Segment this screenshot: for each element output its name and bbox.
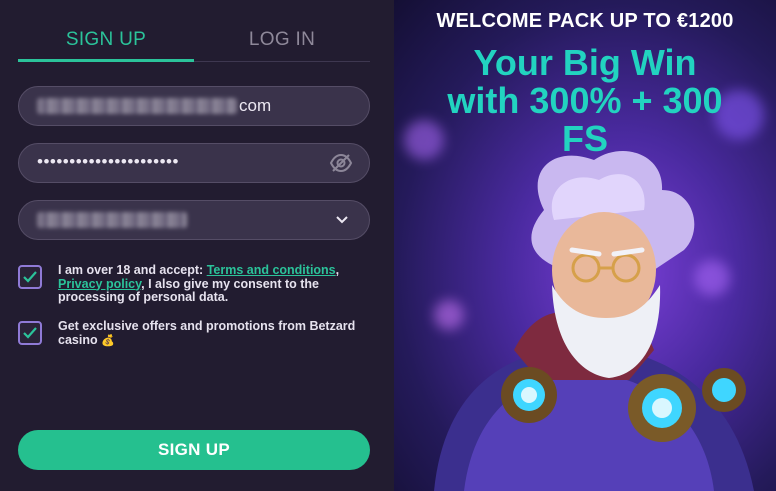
promo-headline-line3: FS	[561, 118, 608, 159]
age-consent-prefix: I am over 18 and accept:	[58, 263, 207, 277]
eye-slash-icon[interactable]	[329, 153, 353, 173]
money-bag-icon: 💰	[101, 334, 115, 347]
tab-signup[interactable]: SIGN UP	[18, 22, 194, 62]
age-consent-checkbox[interactable]	[18, 265, 42, 289]
comma: ,	[335, 263, 340, 277]
check-icon	[23, 327, 37, 339]
password-field[interactable]: ••••••••••••••••••••••	[18, 143, 370, 183]
signup-button[interactable]: SIGN UP	[18, 430, 370, 470]
offers-consent-checkbox[interactable]	[18, 321, 42, 345]
wizard-illustration	[434, 151, 754, 491]
redacted-email	[37, 98, 237, 114]
check-icon	[23, 271, 37, 283]
tab-login[interactable]: LOG IN	[194, 22, 370, 62]
promo-headline-line1: Your Big Win	[473, 42, 697, 83]
currency-select[interactable]	[18, 200, 370, 240]
promo-headline-line2: with 300% + 300	[447, 80, 723, 121]
password-mask: ••••••••••••••••••••••	[37, 152, 179, 171]
promo-headline: Your Big Win with 300% + 300 FS	[394, 44, 776, 158]
redacted-select-value	[37, 212, 187, 228]
terms-link[interactable]: Terms and conditions	[207, 263, 336, 277]
email-visible-suffix: com	[239, 96, 272, 115]
auth-tabs: SIGN UP LOG IN	[18, 22, 370, 62]
chevron-down-icon[interactable]	[335, 214, 349, 226]
age-consent-text: I am over 18 and accept: Terms and condi…	[58, 263, 370, 305]
signup-panel: SIGN UP LOG IN com •••••••••••••••••••••…	[0, 0, 394, 491]
promo-pretitle: WELCOME PACK UP TO €1200	[436, 10, 734, 32]
email-field[interactable]: com	[18, 86, 370, 126]
promo-banner: WELCOME PACK UP TO €1200 Your Big Win wi…	[394, 0, 776, 491]
privacy-link[interactable]: Privacy policy	[58, 277, 141, 291]
offers-consent-text: Get exclusive offers and promotions from…	[58, 319, 370, 348]
